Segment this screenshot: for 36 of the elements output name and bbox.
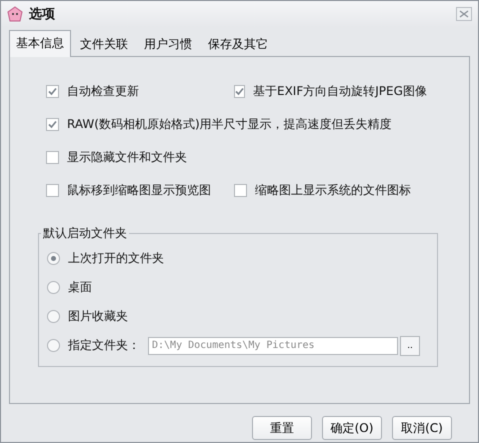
- option-label: 桌面: [68, 279, 92, 296]
- checkbox[interactable]: [46, 85, 59, 98]
- tab[interactable]: 用户习惯: [137, 32, 199, 56]
- checkbox[interactable]: [234, 85, 245, 98]
- dialog-button[interactable]: 重置: [252, 416, 312, 440]
- checkbox[interactable]: [46, 118, 59, 131]
- app-icon: [7, 6, 23, 22]
- check-icon: [235, 87, 244, 96]
- checkbox[interactable]: [234, 184, 247, 197]
- option-label: 自动检查更新: [67, 83, 139, 100]
- tab[interactable]: 基本信息: [9, 30, 71, 57]
- option-label: RAW(数码相机原始格式)用半尺寸显示，提高速度但丢失精度: [67, 116, 392, 133]
- group-title: 默认启动文件夹: [42, 225, 128, 242]
- browse-button[interactable]: ..: [400, 336, 420, 356]
- window-title: 选项: [29, 6, 56, 23]
- checkbox[interactable]: [46, 151, 59, 164]
- checkbox[interactable]: [46, 184, 59, 197]
- radio-button[interactable]: [47, 310, 60, 323]
- tab[interactable]: 文件关联: [73, 32, 135, 56]
- dialog-button[interactable]: 确定(O): [322, 416, 382, 440]
- close-icon: [459, 10, 469, 18]
- radio-button[interactable]: [47, 339, 60, 352]
- check-icon: [48, 87, 57, 96]
- option-label: 缩略图上显示系统的文件图标: [255, 182, 411, 199]
- option-label: 显示隐藏文件和文件夹: [67, 149, 187, 166]
- option-label: 基于EXIF方向自动旋转JPEG图像: [253, 83, 427, 100]
- option-label: 图片收藏夹: [68, 308, 128, 325]
- radio-button[interactable]: [47, 252, 60, 265]
- dialog-button[interactable]: 取消(C): [392, 416, 452, 440]
- radio-button[interactable]: [47, 281, 60, 294]
- option-label: 指定文件夹：: [68, 337, 140, 354]
- check-icon: [48, 120, 57, 129]
- option-label: 鼠标移到缩略图显示预览图: [67, 182, 211, 199]
- close-button[interactable]: [456, 7, 472, 21]
- option-label: 上次打开的文件夹: [68, 250, 164, 267]
- tab[interactable]: 保存及其它: [201, 32, 275, 56]
